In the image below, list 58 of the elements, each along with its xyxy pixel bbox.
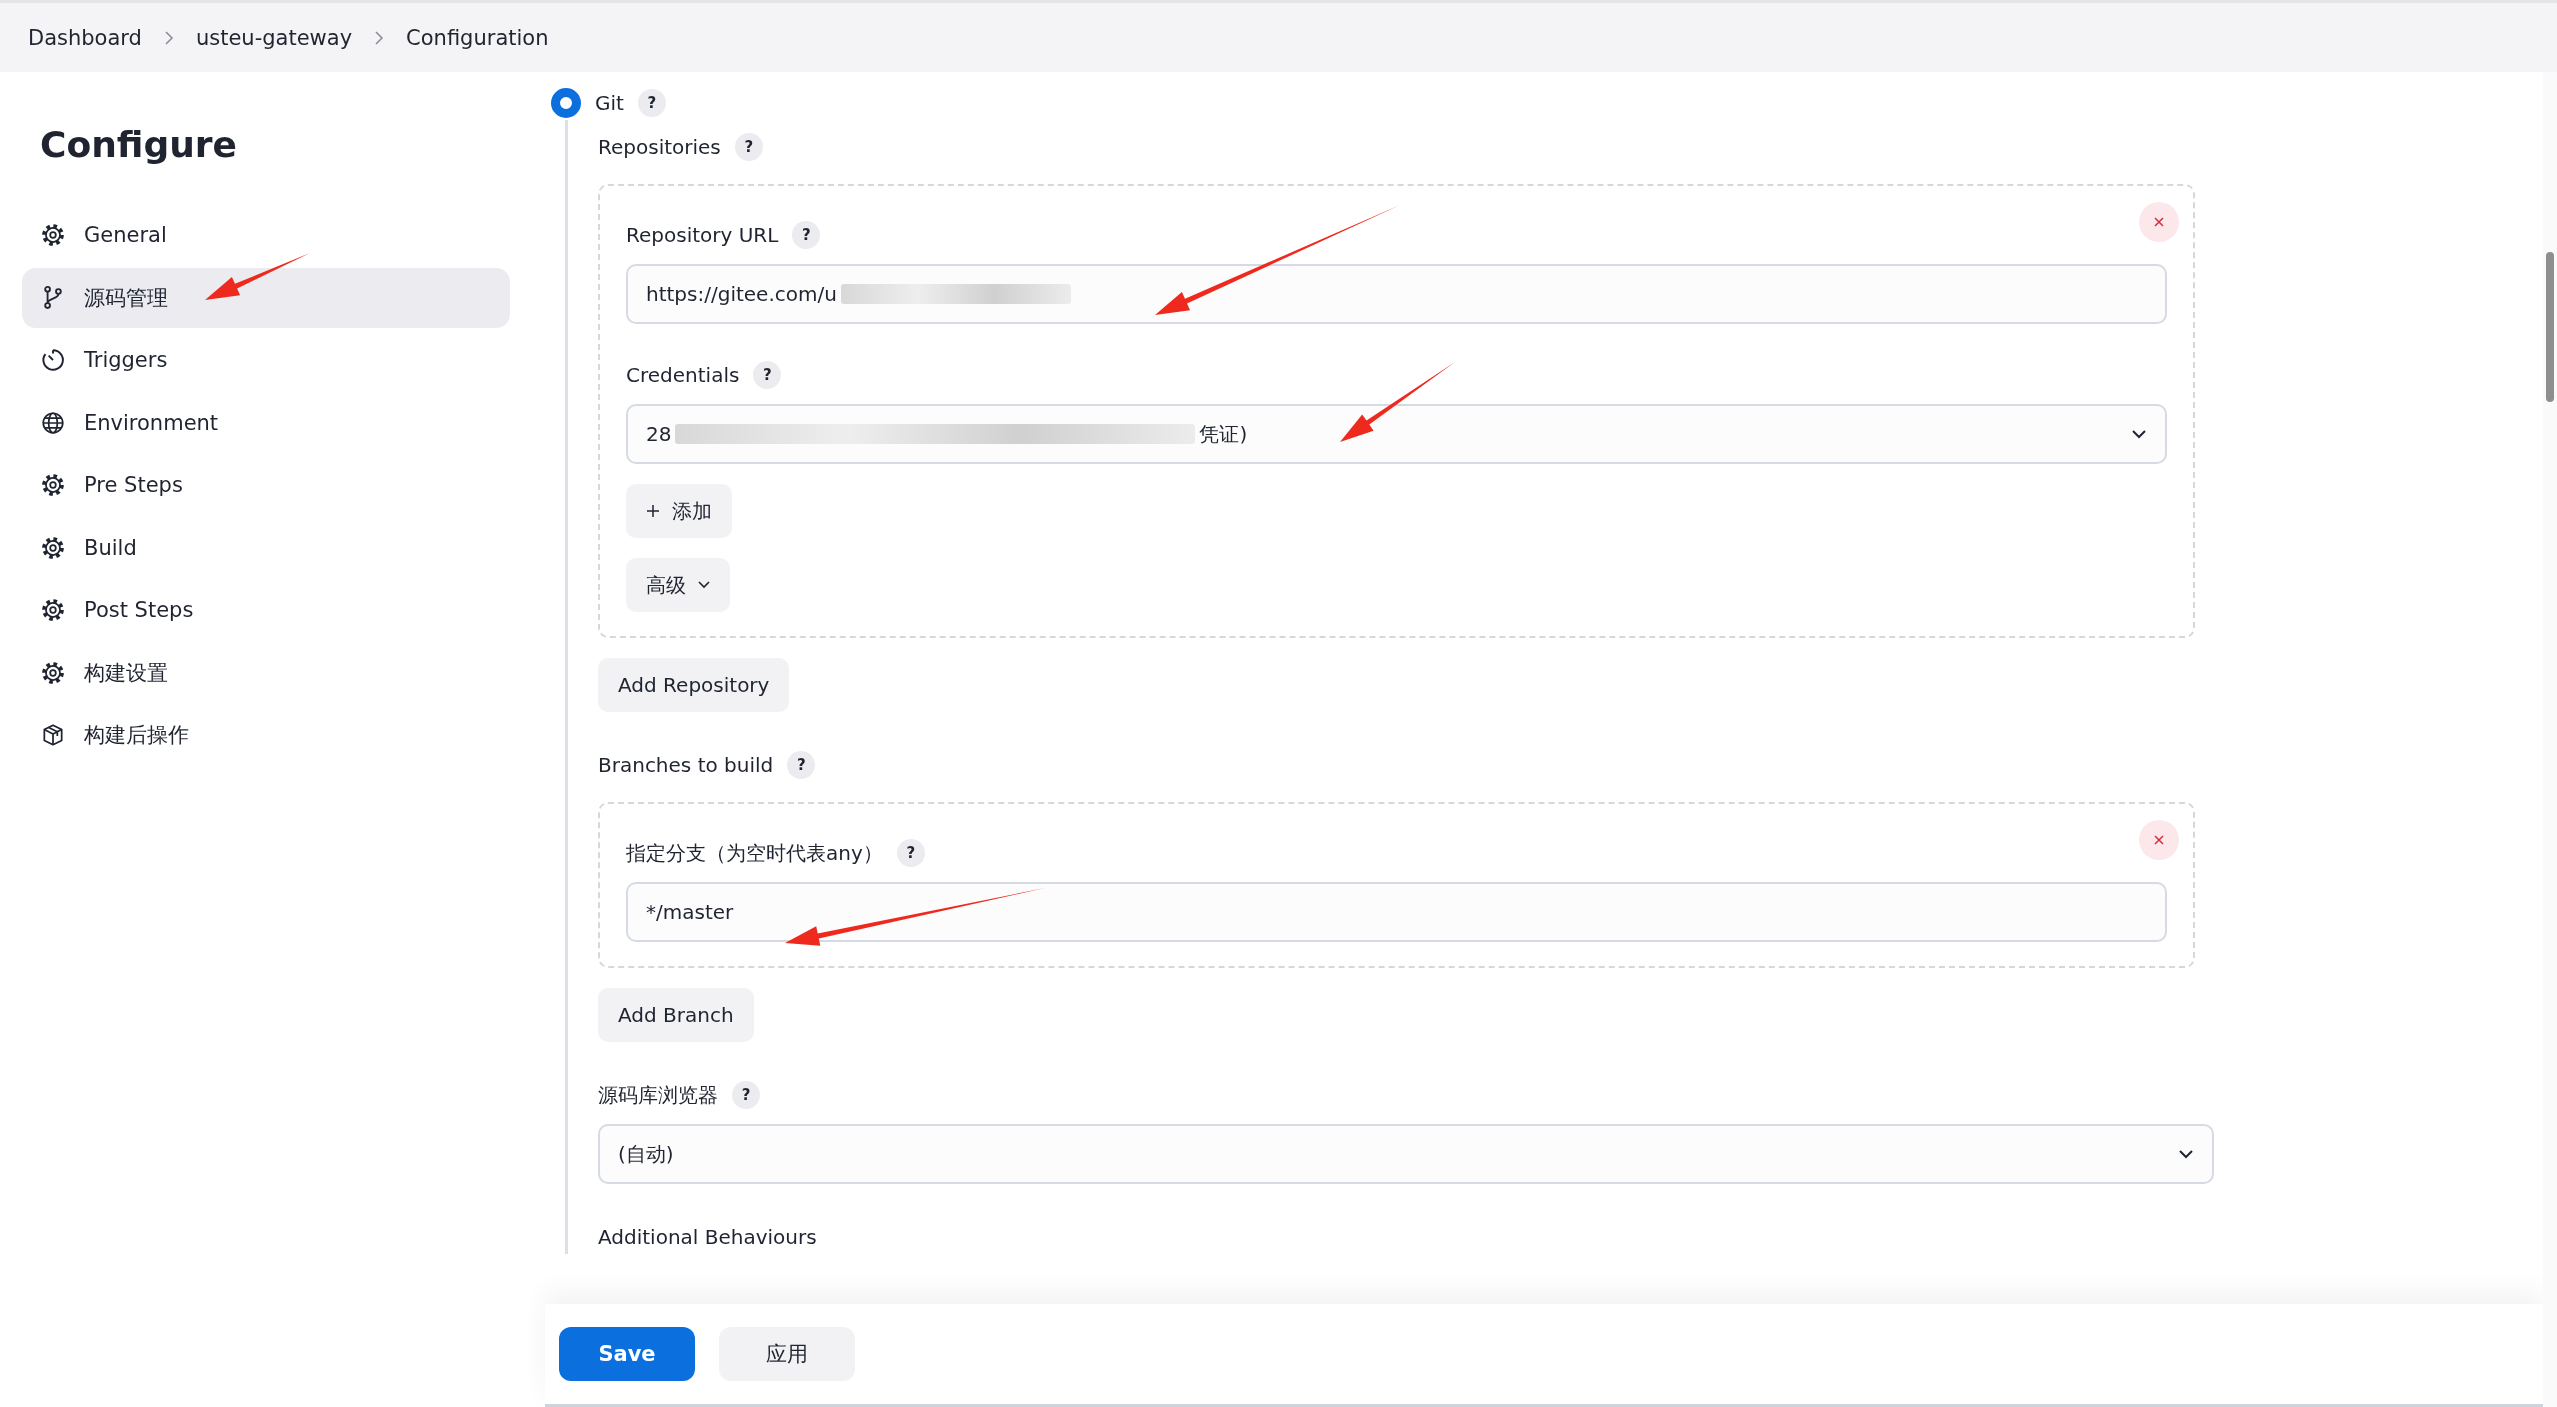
help-button[interactable]: ? — [787, 751, 816, 779]
gear-icon — [40, 222, 66, 248]
field-label: 源码库浏览器 — [598, 1081, 718, 1109]
radio-button[interactable] — [551, 88, 581, 118]
section-label: Repositories — [598, 135, 721, 159]
breadcrumb-link[interactable]: Configuration — [406, 25, 549, 50]
sidebar-item[interactable]: Triggers — [22, 330, 510, 390]
page-title: Configure — [40, 124, 239, 165]
package-icon — [40, 722, 66, 748]
breadcrumb-link[interactable]: Dashboard — [28, 25, 142, 50]
close-button[interactable] — [2139, 202, 2179, 242]
breadcrumb-link[interactable]: usteu-gateway — [195, 25, 353, 50]
sidebar-item[interactable]: 构建后操作 — [22, 705, 510, 765]
select-field[interactable]: 28 凭证) — [626, 404, 2167, 464]
sidebar-item[interactable]: 源码管理 — [22, 267, 510, 328]
sidebar-item[interactable]: Post Steps — [22, 580, 510, 640]
sidebar-item[interactable]: Pre Steps — [22, 455, 510, 515]
input-field[interactable]: */master — [626, 882, 2167, 942]
help-button[interactable]: ? — [896, 839, 925, 867]
sidebar-item[interactable]: General — [22, 205, 510, 265]
section-label: Branches to build — [598, 753, 774, 777]
chevron-down-icon — [2131, 429, 2147, 439]
close-icon — [2153, 834, 2165, 846]
field-label: Repository URL — [626, 223, 779, 247]
gear-icon — [40, 659, 66, 686]
sidebar-item[interactable]: Build — [22, 517, 510, 578]
chevron-down-icon — [698, 581, 710, 589]
add-button[interactable]: 添加 — [626, 484, 732, 538]
field-label: 指定分支（为空时代表any） — [626, 839, 883, 867]
add-branch-button[interactable]: Add Branch — [598, 988, 754, 1042]
add-repository-button[interactable]: Add Repository — [598, 658, 790, 712]
apply-button[interactable]: 应用 — [719, 1327, 855, 1381]
sidebar-item[interactable]: Environment — [22, 392, 510, 453]
chevron-down-icon — [2178, 1149, 2194, 1159]
timer-icon — [40, 347, 66, 373]
section-label: Additional Behaviours — [598, 1225, 817, 1249]
option-label: Git — [595, 91, 624, 115]
field-label: Credentials — [626, 363, 740, 387]
chevron-right-icon — [374, 29, 385, 46]
gear-icon — [40, 534, 66, 561]
help-button[interactable]: ? — [792, 221, 821, 249]
help-button[interactable]: ? — [637, 89, 666, 117]
input-field[interactable]: https://gitee.com/u — [626, 264, 2167, 324]
plus-icon — [646, 504, 660, 518]
help-button[interactable]: ? — [753, 361, 782, 389]
help-button[interactable]: ? — [732, 1081, 760, 1109]
scrollbar[interactable] — [2543, 72, 2557, 1407]
close-button[interactable] — [2139, 820, 2179, 860]
gear-icon — [40, 472, 66, 498]
select-field[interactable]: (自动) — [598, 1124, 2214, 1184]
chevron-right-icon — [163, 29, 174, 46]
advanced-button[interactable]: 高级 — [626, 558, 730, 612]
globe-icon — [40, 409, 66, 436]
sidebar-item[interactable]: 构建设置 — [22, 642, 510, 703]
gear-icon — [40, 597, 66, 623]
close-icon — [2153, 216, 2165, 228]
save-button[interactable]: Save — [559, 1327, 695, 1381]
help-button[interactable]: ? — [734, 133, 763, 161]
